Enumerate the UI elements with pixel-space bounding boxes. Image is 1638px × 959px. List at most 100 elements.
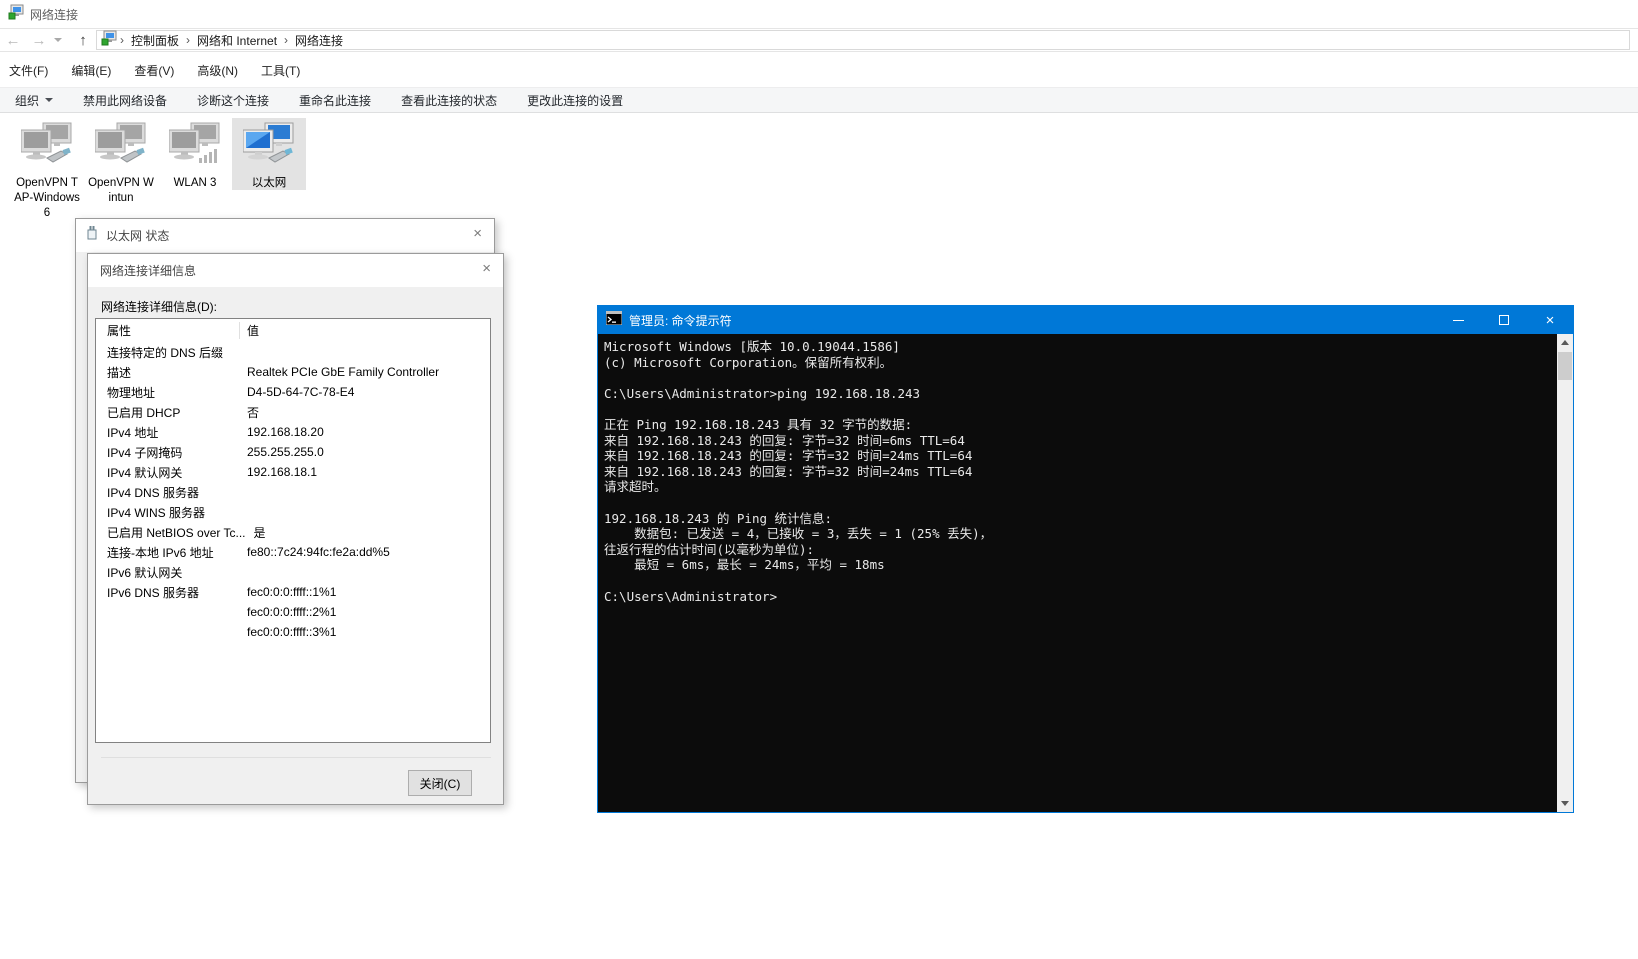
table-row: IPv4 地址 192.168.18.20 [96, 422, 490, 442]
table-row: 连接特定的 DNS 后缀 [96, 342, 490, 362]
toolbar-change-settings[interactable]: 更改此连接的设置 [512, 92, 638, 109]
menu-edit[interactable]: 编辑(E) [62, 62, 125, 79]
menu-view[interactable]: 查看(V) [125, 62, 188, 79]
terminal-line: 来自 192.168.18.243 的回复: 字节=32 时间=6ms TTL=… [604, 432, 965, 448]
ethernet-adapter-disabled-icon [20, 122, 73, 173]
adapter-ethernet[interactable]: 以太网 [232, 118, 306, 190]
minimize-button[interactable] [1435, 306, 1481, 334]
toolbar-organize-label: 组织 [15, 93, 40, 108]
column-header-value: 值 [239, 322, 490, 339]
table-row: 已启用 DHCP 否 [96, 402, 490, 422]
adapter-wlan3[interactable]: WLAN 3 [158, 118, 232, 191]
adapter-label: 以太网 [251, 177, 287, 189]
toolbar-disable-device[interactable]: 禁用此网络设备 [68, 92, 182, 109]
scrollbar-thumb[interactable] [1558, 352, 1572, 380]
terminal-line: 往返行程的估计时间(以毫秒为单位): [604, 541, 815, 557]
terminal-titlebar[interactable]: 管理员: 命令提示符 × [598, 306, 1573, 334]
dialog-title: 以太网 状态 [106, 229, 170, 243]
adapter-openvpn-tap[interactable]: OpenVPN TAP-Windows6 [10, 118, 84, 221]
row-property: 已启用 NetBIOS over Tc... [107, 525, 246, 540]
breadcrumb-network-internet[interactable]: 网络和 Internet [193, 32, 281, 49]
back-arrow-icon[interactable]: ← [0, 32, 26, 49]
close-icon: × [1545, 311, 1555, 329]
terminal-window-controls: × [1435, 306, 1573, 334]
row-value: fec0:0:0:ffff::2%1 [247, 605, 337, 619]
terminal-output[interactable]: Microsoft Windows [版本 10.0.19044.1586] (… [598, 334, 1557, 812]
dialog-title: 网络连接详细信息 [100, 264, 197, 278]
toolbar-view-status[interactable]: 查看此连接的状态 [386, 92, 512, 109]
adapter-label: WLAN 3 [173, 177, 217, 189]
menu-tools[interactable]: 工具(T) [252, 62, 314, 79]
close-icon[interactable]: × [482, 261, 491, 276]
row-value: 192.168.18.1 [247, 465, 318, 479]
forward-arrow-icon[interactable]: → [26, 32, 52, 49]
row-value: Realtek PCIe GbE Family Controller [247, 365, 440, 379]
wifi-adapter-disabled-icon [168, 122, 221, 173]
column-header-property: 属性 [107, 324, 132, 338]
row-value: 否 [247, 405, 260, 420]
terminal-line: C:\Users\Administrator> [604, 588, 778, 604]
minimize-icon [1452, 319, 1464, 321]
table-row: IPv4 DNS 服务器 [96, 482, 490, 502]
table-row: 物理地址 D4-5D-64-7C-78-E4 [96, 382, 490, 402]
breadcrumb-separator: › [186, 33, 191, 47]
address-bar[interactable]: › 控制面板 › 网络和 Internet › 网络连接 [96, 30, 1630, 50]
details-table-header: 属性 值 [96, 319, 490, 342]
explorer-command-bar: 组织 禁用此网络设备 诊断这个连接 重命名此连接 查看此连接的状态 更改此连接的… [0, 87, 1638, 113]
row-value: 255.255.255.0 [247, 445, 324, 459]
toolbar-diagnose-connection[interactable]: 诊断这个连接 [182, 92, 284, 109]
scroll-up-icon[interactable] [1561, 340, 1569, 345]
terminal-scrollbar[interactable] [1557, 334, 1573, 812]
adapter-label: OpenVPN Wintun [88, 177, 154, 204]
row-property: IPv4 WINS 服务器 [107, 505, 206, 520]
scroll-down-icon[interactable] [1561, 801, 1569, 806]
row-property: 连接-本地 IPv6 地址 [107, 545, 214, 560]
connection-details-titlebar: 网络连接详细信息 × [88, 254, 503, 287]
table-row: fec0:0:0:ffff::2%1 [96, 602, 490, 622]
menu-advanced[interactable]: 高级(N) [188, 62, 252, 79]
maximize-button[interactable] [1481, 306, 1527, 334]
table-row: IPv6 默认网关 [96, 562, 490, 582]
table-row: IPv6 DNS 服务器 fec0:0:0:ffff::1%1 [96, 582, 490, 602]
terminal-line: 来自 192.168.18.243 的回复: 字节=32 时间=24ms TTL… [604, 448, 973, 464]
terminal-line: 正在 Ping 192.168.18.243 具有 32 字节的数据: [604, 416, 913, 432]
row-property: IPv4 DNS 服务器 [107, 485, 200, 500]
close-button[interactable]: 关闭(C) [408, 770, 472, 796]
row-value: 是 [253, 525, 266, 540]
row-property: 连接特定的 DNS 后缀 [107, 345, 224, 360]
row-property: IPv6 默认网关 [107, 565, 183, 580]
ethernet-adapter-disabled-icon [94, 122, 147, 173]
row-property: IPv4 默认网关 [107, 465, 183, 480]
toolbar-rename-connection[interactable]: 重命名此连接 [284, 92, 386, 109]
close-icon[interactable]: × [473, 226, 482, 241]
menu-file[interactable]: 文件(F) [0, 62, 62, 79]
row-value: 192.168.18.20 [247, 425, 324, 439]
table-row: 连接-本地 IPv6 地址 fe80::7c24:94fc:fe2a:dd%5 [96, 542, 490, 562]
breadcrumb-separator: › [120, 33, 124, 47]
row-value: D4-5D-64-7C-78-E4 [247, 385, 355, 399]
table-row: IPv4 子网掩码 255.255.255.0 [96, 442, 490, 462]
breadcrumb-network-connections[interactable]: 网络连接 [291, 32, 347, 49]
ethernet-adapter-connected-icon [242, 122, 295, 173]
adapter-openvpn-wintun[interactable]: OpenVPN Wintun [84, 118, 158, 206]
explorer-titlebar: 网络连接 [0, 0, 1638, 28]
terminal-line: (c) Microsoft Corporation。保留所有权利。 [604, 354, 893, 370]
breadcrumb-control-panel[interactable]: 控制面板 [127, 32, 183, 49]
history-dropdown-icon[interactable] [54, 38, 62, 42]
command-prompt-window: 管理员: 命令提示符 × Microsoft Windows [版本 10.0.… [597, 305, 1574, 813]
maximize-icon [1499, 315, 1509, 325]
terminal-line: 192.168.18.243 的 Ping 统计信息: [604, 510, 833, 526]
explorer-menubar: 文件(F) 编辑(E) 查看(V) 高级(N) 工具(T) [0, 53, 1638, 87]
window-title: 网络连接 [30, 7, 79, 22]
ethernet-status-titlebar: 以太网 状态 × [76, 219, 494, 252]
chevron-down-icon [45, 98, 54, 102]
network-connections-icon [8, 4, 24, 25]
toolbar-organize[interactable]: 组织 [0, 92, 68, 109]
up-arrow-icon[interactable]: ↑ [70, 32, 96, 49]
terminal-line: 数据包: 已发送 = 4，已接收 = 3，丢失 = 1 (25% 丢失)， [604, 526, 993, 542]
row-value: fec0:0:0:ffff::3%1 [247, 625, 337, 639]
row-property: IPv4 子网掩码 [107, 445, 183, 460]
cmd-icon [605, 310, 623, 330]
close-button[interactable]: × [1527, 306, 1573, 334]
row-property: 已启用 DHCP [107, 405, 181, 420]
